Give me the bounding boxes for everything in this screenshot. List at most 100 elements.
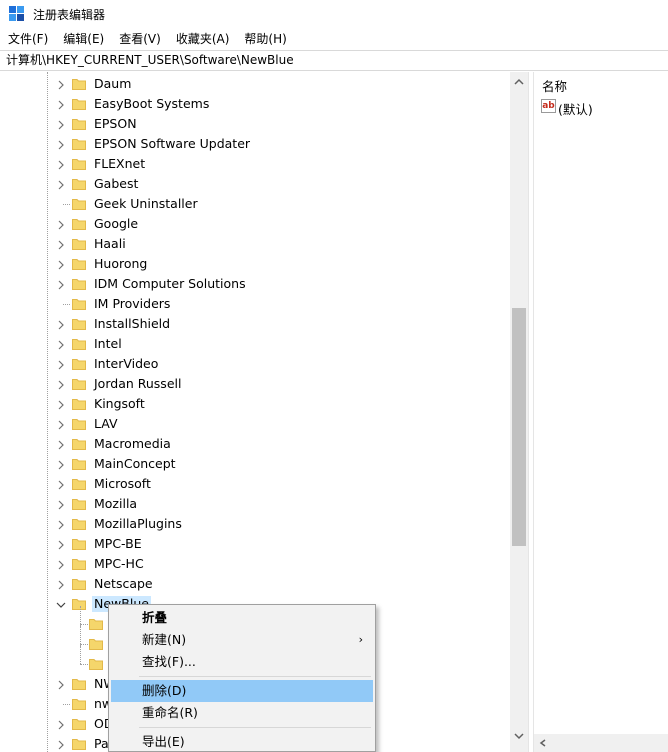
chevron-right-icon[interactable] — [57, 400, 65, 410]
tree-branch-line — [63, 304, 70, 305]
list-horizontal-scrollbar[interactable] — [534, 734, 668, 752]
chevron-right-icon[interactable] — [57, 320, 65, 330]
chevron-right-icon[interactable] — [57, 480, 65, 490]
tree-item[interactable]: EPSON Software Updater — [0, 134, 510, 154]
chevron-right-icon[interactable] — [57, 360, 65, 370]
tree-item[interactable]: Kingsoft — [0, 394, 510, 414]
menu-item-export[interactable]: 导出(E) — [111, 731, 373, 752]
tree-item[interactable]: InterVideo — [0, 354, 510, 374]
folder-icon — [72, 499, 86, 510]
folder-icon — [72, 439, 86, 450]
tree-item[interactable]: Daum — [0, 74, 510, 94]
tree-item[interactable]: Huorong — [0, 254, 510, 274]
chevron-right-icon[interactable] — [57, 460, 65, 470]
menu-item-label: 重命名(R) — [142, 705, 198, 720]
tree-item[interactable]: Microsoft — [0, 474, 510, 494]
chevron-right-icon[interactable] — [57, 540, 65, 550]
chevron-right-icon[interactable] — [57, 520, 65, 530]
column-header-name[interactable]: 名称 — [542, 76, 567, 95]
tree-item[interactable]: Netscape — [0, 574, 510, 594]
menu-item-find[interactable]: 查找(F)... — [111, 651, 373, 673]
menu-item-collapse[interactable]: 折叠 — [111, 607, 373, 629]
folder-icon — [72, 359, 86, 370]
folder-icon — [72, 739, 86, 750]
chevron-right-icon[interactable] — [57, 440, 65, 450]
tree-item-label: FLEXnet — [94, 156, 146, 171]
chevron-right-icon[interactable] — [57, 720, 65, 730]
chevron-right-icon[interactable] — [57, 240, 65, 250]
chevron-right-icon[interactable] — [57, 420, 65, 430]
chevron-right-icon[interactable] — [57, 80, 65, 90]
tree-item[interactable]: LAV — [0, 414, 510, 434]
tree-item-label: EPSON Software Updater — [94, 136, 251, 151]
tree-item[interactable]: Haali — [0, 234, 510, 254]
chevron-right-icon[interactable] — [57, 280, 65, 290]
folder-icon — [72, 139, 86, 150]
tree-item[interactable]: Mozilla — [0, 494, 510, 514]
folder-icon — [89, 639, 103, 650]
menu-item-label: 删除(D) — [142, 683, 187, 698]
tree-branch-line — [80, 624, 88, 625]
tree-item[interactable]: Macromedia — [0, 434, 510, 454]
chevron-right-icon[interactable] — [57, 180, 65, 190]
folder-icon — [72, 699, 86, 710]
chevron-right-icon[interactable] — [57, 380, 65, 390]
menu-file[interactable]: 文件(F) — [0, 28, 55, 50]
address-bar[interactable]: 计算机\HKEY_CURRENT_USER\Software\NewBlue — [0, 50, 668, 71]
submenu-arrow-icon: › — [358, 633, 363, 646]
chevron-down-icon[interactable] — [56, 601, 66, 609]
folder-icon — [72, 99, 86, 110]
chevron-right-icon[interactable] — [57, 580, 65, 590]
tree-scrollbar-thumb[interactable] — [512, 308, 526, 546]
menu-item-label: 查找(F)... — [142, 654, 196, 669]
scroll-up-arrow-icon[interactable] — [514, 78, 524, 86]
menu-item-delete[interactable]: 删除(D) — [111, 680, 373, 702]
tree-item[interactable]: MPC-BE — [0, 534, 510, 554]
scroll-left-arrow-icon[interactable] — [539, 739, 547, 747]
chevron-right-icon[interactable] — [57, 340, 65, 350]
chevron-right-icon[interactable] — [57, 160, 65, 170]
tree-item[interactable]: Google — [0, 214, 510, 234]
tree-item-label: LAV — [94, 416, 118, 431]
tree-item-label: Microsoft — [94, 476, 151, 491]
tree-item[interactable]: Intel — [0, 334, 510, 354]
tree-item[interactable]: IDM Computer Solutions — [0, 274, 510, 294]
folder-icon — [72, 259, 86, 270]
chevron-right-icon[interactable] — [57, 500, 65, 510]
chevron-right-icon[interactable] — [57, 740, 65, 750]
tree-vertical-scrollbar[interactable] — [510, 72, 528, 752]
value-name[interactable]: (默认) — [558, 99, 593, 118]
tree-item-label: Intel — [94, 336, 122, 351]
value-list[interactable]: 名称 ab (默认) — [534, 72, 668, 752]
tree-item[interactable]: Geek Uninstaller — [0, 194, 510, 214]
tree-item[interactable]: MainConcept — [0, 454, 510, 474]
tree-item[interactable]: MPC-HC — [0, 554, 510, 574]
tree-item-label: Kingsoft — [94, 396, 145, 411]
chevron-right-icon[interactable] — [57, 680, 65, 690]
menu-item-rename[interactable]: 重命名(R) — [111, 702, 373, 724]
tree-item[interactable]: FLEXnet — [0, 154, 510, 174]
chevron-right-icon[interactable] — [57, 140, 65, 150]
tree-item[interactable]: EPSON — [0, 114, 510, 134]
chevron-right-icon[interactable] — [57, 260, 65, 270]
tree-item[interactable]: Gabest — [0, 174, 510, 194]
chevron-right-icon[interactable] — [57, 100, 65, 110]
menu-favorites[interactable]: 收藏夹(A) — [168, 28, 237, 50]
menu-help[interactable]: 帮助(H) — [236, 28, 293, 50]
menu-item-new[interactable]: 新建(N) › — [111, 629, 373, 651]
chevron-right-icon[interactable] — [57, 120, 65, 130]
scroll-down-arrow-icon[interactable] — [514, 732, 524, 740]
chevron-right-icon[interactable] — [57, 560, 65, 570]
menu-item-label: 新建(N) — [142, 632, 187, 647]
tree-item[interactable]: MozillaPlugins — [0, 514, 510, 534]
tree-item[interactable]: IM Providers — [0, 294, 510, 314]
tree-item-label: MPC-HC — [94, 556, 144, 571]
tree-item[interactable]: EasyBoot Systems — [0, 94, 510, 114]
folder-icon — [72, 479, 86, 490]
menu-edit[interactable]: 编辑(E) — [55, 28, 111, 50]
menu-item-label: 折叠 — [142, 610, 168, 625]
tree-item[interactable]: Jordan Russell — [0, 374, 510, 394]
chevron-right-icon[interactable] — [57, 220, 65, 230]
menu-view[interactable]: 查看(V) — [111, 28, 168, 50]
tree-item[interactable]: InstallShield — [0, 314, 510, 334]
